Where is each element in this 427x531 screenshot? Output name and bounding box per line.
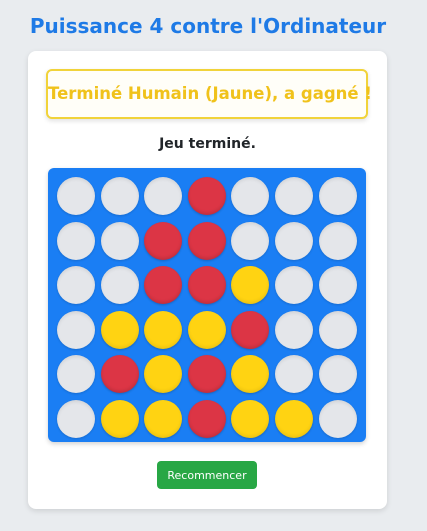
- board-cell-red[interactable]: [144, 266, 183, 304]
- board-cell-empty[interactable]: [318, 221, 357, 260]
- board-cell-empty[interactable]: [318, 177, 357, 215]
- board-cell-empty[interactable]: [100, 221, 139, 260]
- board-cell-empty[interactable]: [57, 266, 95, 304]
- board-cell-red[interactable]: [187, 355, 226, 393]
- board-cell-red[interactable]: [187, 221, 226, 260]
- game-board[interactable]: [48, 168, 366, 442]
- board-cell-empty[interactable]: [318, 399, 357, 438]
- board-cell-empty[interactable]: [57, 221, 95, 260]
- board-cell-empty[interactable]: [100, 177, 139, 215]
- board-cell-red[interactable]: [187, 399, 226, 438]
- board-cell-empty[interactable]: [231, 177, 270, 215]
- game-card: Terminé Humain (Jaune), a gagné ! Jeu te…: [28, 51, 387, 509]
- board-cell-empty[interactable]: [318, 310, 357, 349]
- board-cell-yellow[interactable]: [144, 310, 183, 349]
- board-cell-empty[interactable]: [275, 177, 313, 215]
- board-cell-empty[interactable]: [275, 310, 313, 349]
- board-cell-red[interactable]: [187, 266, 226, 304]
- board-cell-red[interactable]: [144, 221, 183, 260]
- board-cell-red[interactable]: [100, 355, 139, 393]
- board-cell-red[interactable]: [187, 177, 226, 215]
- board-cell-empty[interactable]: [275, 266, 313, 304]
- restart-button[interactable]: Recommencer: [157, 461, 257, 489]
- result-banner: Terminé Humain (Jaune), a gagné !: [46, 69, 372, 119]
- board-cell-yellow[interactable]: [231, 266, 270, 304]
- board-cell-yellow[interactable]: [187, 310, 226, 349]
- board-cell-empty[interactable]: [144, 177, 183, 215]
- board-cell-yellow[interactable]: [100, 310, 139, 349]
- board-cell-empty[interactable]: [100, 266, 139, 304]
- page-title: Puissance 4 contre l'Ordinateur: [29, 14, 387, 38]
- board-cell-yellow[interactable]: [275, 399, 313, 438]
- board-cell-empty[interactable]: [318, 355, 357, 393]
- board-cell-empty[interactable]: [57, 310, 95, 349]
- board-cell-yellow[interactable]: [144, 399, 183, 438]
- board-cell-empty[interactable]: [318, 266, 357, 304]
- board-cell-empty[interactable]: [231, 221, 270, 260]
- board-cell-empty[interactable]: [275, 221, 313, 260]
- board-cell-red[interactable]: [231, 310, 270, 349]
- board-cell-yellow[interactable]: [231, 355, 270, 393]
- board-cell-empty[interactable]: [57, 399, 95, 438]
- board-cell-yellow[interactable]: [100, 399, 139, 438]
- board-cell-empty[interactable]: [275, 355, 313, 393]
- board-cell-yellow[interactable]: [144, 355, 183, 393]
- board-cell-empty[interactable]: [57, 177, 95, 215]
- game-status: Jeu terminé.: [159, 136, 256, 152]
- board-cell-yellow[interactable]: [231, 399, 270, 438]
- board-cell-empty[interactable]: [57, 355, 95, 393]
